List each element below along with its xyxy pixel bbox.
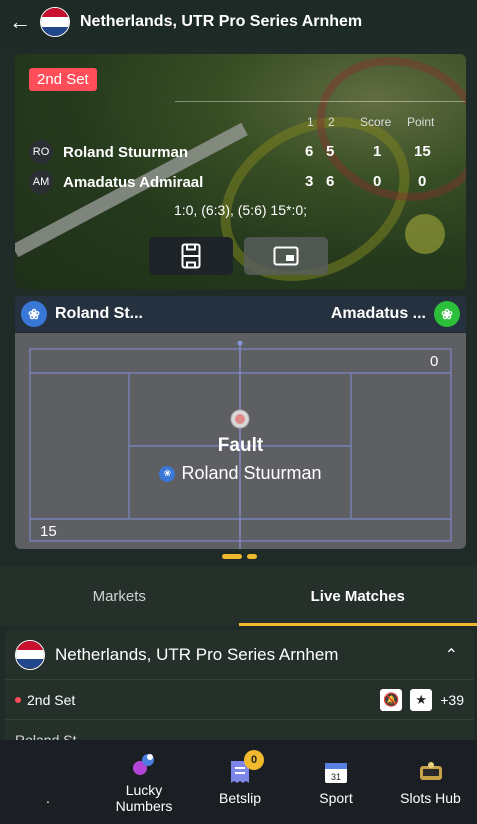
court-score-top: 0	[430, 353, 439, 370]
set1-value: 3	[305, 173, 314, 190]
picture-in-picture-button[interactable]	[244, 237, 328, 275]
home-team: ❀ Roland St...	[21, 301, 143, 327]
nav-item-betslip[interactable]: 0 Betslip	[192, 740, 288, 824]
field-view-icon	[181, 243, 201, 269]
picture-in-picture-icon	[273, 246, 299, 266]
point-value: 0	[418, 173, 427, 190]
event-title: Fault	[217, 435, 264, 456]
live-dot-icon	[15, 696, 21, 703]
nav-label: Slots Hub	[400, 790, 461, 806]
calendar-icon: 31	[322, 758, 350, 786]
tab-bar: Markets Live Matches	[0, 566, 477, 626]
nav-label: Betslip	[218, 790, 262, 806]
star-icon[interactable]: ★	[410, 688, 433, 711]
bottom-nav: . Lucky Numbers 0 Betslip 31 Sport Slots…	[0, 740, 477, 824]
nav-label: Lucky Numbers	[115, 782, 173, 814]
nav-item-lucky-numbers[interactable]: Lucky Numbers	[96, 740, 192, 824]
betslip-count-badge: 0	[244, 750, 264, 770]
set-label: 2nd Set	[27, 691, 76, 708]
point-value: 15	[414, 143, 431, 160]
match-panel-header[interactable]: Netherlands, UTR Pro Series Arnhem ⌃	[5, 630, 474, 680]
avatar: RO	[29, 140, 53, 164]
chevron-up-icon[interactable]: ⌃	[445, 645, 458, 665]
tab-markets[interactable]: Markets	[0, 566, 239, 626]
scoreboard-card: 2nd Set 1 2 Score Point RO Roland Stuurm…	[15, 54, 466, 289]
event-player: ❀ Roland Stuurman	[15, 463, 466, 484]
match-panel-title: Netherlands, UTR Pro Series Arnhem	[55, 644, 339, 664]
away-team-name: Amadatus ...	[330, 305, 426, 322]
set-row: 2nd Set 🔕 ★ +39	[5, 680, 474, 720]
tab-live-matches[interactable]: Live Matches	[238, 566, 477, 626]
netherlands-flag-icon	[15, 639, 45, 670]
nav-item-sport[interactable]: 31 Sport	[288, 740, 384, 824]
nav-label: Sport	[319, 790, 353, 806]
tennis-team-icon: ❀	[159, 465, 176, 482]
column-header-score: Score	[360, 115, 392, 129]
away-team: Amadatus ... ❀	[331, 301, 460, 327]
column-header-set-2: 2	[328, 115, 335, 129]
betslip-icon: 0	[226, 750, 264, 786]
player-name: Roland Stuurman	[63, 143, 189, 161]
set2-value: 5	[326, 143, 335, 160]
svg-text:31: 31	[331, 772, 341, 782]
player-row: RO Roland Stuurman	[29, 140, 449, 164]
home-team-name: Roland St...	[55, 305, 143, 322]
score-value: 1	[373, 143, 382, 160]
pager-dot[interactable]	[247, 554, 257, 559]
bell-off-icon[interactable]: 🔕	[380, 688, 403, 711]
avatar: AM	[29, 170, 53, 194]
top-bar: ← Netherlands, UTR Pro Series Arnhem	[0, 0, 477, 44]
set1-value: 6	[305, 143, 314, 160]
set2-value: 6	[326, 173, 335, 190]
field-view-button[interactable]	[149, 237, 233, 275]
tennis-team-icon: ❀	[434, 301, 460, 327]
score-summary: 1:0, (6:3), (5:6) 15*:0;	[173, 202, 308, 218]
lottery-balls-icon	[130, 750, 158, 778]
more-markets-count[interactable]: +39	[440, 692, 464, 708]
nav-label: .	[46, 790, 50, 806]
score-value: 0	[373, 173, 382, 190]
player-row: AM Amadatus Admiraal	[29, 170, 449, 194]
set-badge: 2nd Set	[29, 68, 97, 91]
column-header-set-1: 1	[307, 115, 314, 129]
match-visualization-header: ❀ Roland St... Amadatus ... ❀	[15, 296, 466, 332]
slots-icon	[417, 758, 445, 786]
arrow-left-icon[interactable]: ←	[0, 0, 40, 44]
pager-dot-active[interactable]	[222, 554, 242, 559]
nav-item-blank[interactable]: .	[0, 740, 96, 824]
court-score-bottom: 15	[40, 523, 57, 540]
nav-item-slots-hub[interactable]: Slots Hub	[384, 740, 477, 824]
tennis-court: 0 15 Fault ❀ Roland Stuurman	[15, 333, 466, 549]
player-name: Amadatus Admiraal	[63, 173, 204, 191]
divider	[175, 101, 465, 102]
page-title: Netherlands, UTR Pro Series Arnhem	[80, 13, 363, 30]
tennis-team-icon: ❀	[21, 301, 47, 327]
event-player-name: Roland Stuurman	[181, 463, 322, 483]
column-header-point: Point	[407, 115, 435, 129]
netherlands-flag-icon	[40, 7, 70, 37]
